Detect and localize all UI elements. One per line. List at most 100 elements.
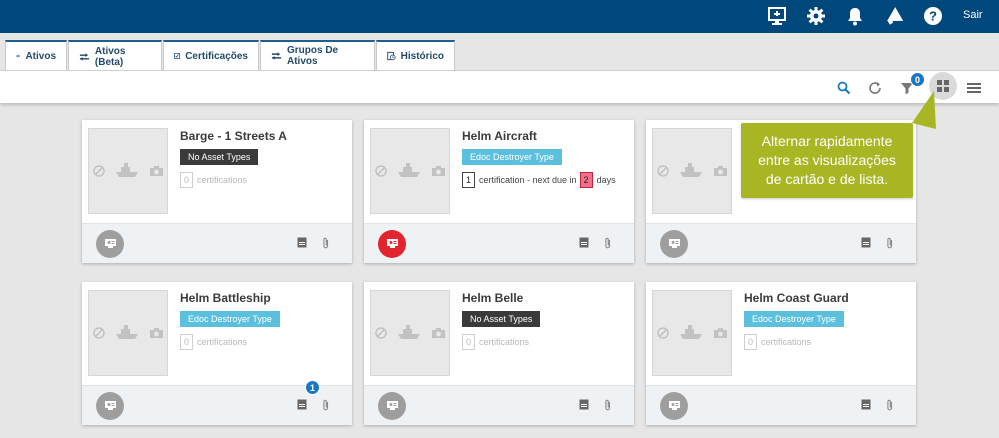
id-card-icon xyxy=(386,401,398,410)
document-icon[interactable] xyxy=(297,399,307,410)
asset-card[interactable]: Helm Belle No Asset Types 0 certificatio… xyxy=(364,282,634,425)
asset-card[interactable]: Helm Coast Guard Edoc Destroyer Type 0 c… xyxy=(646,282,916,425)
no-image-icon xyxy=(657,327,669,339)
tab-label: Ativos xyxy=(25,50,56,62)
tab-historico[interactable]: Histórico xyxy=(376,40,455,70)
asset-card[interactable]: Helm Battleship Edoc Destroyer Type 0 ce… xyxy=(82,282,352,425)
card-footer xyxy=(646,385,916,425)
bell-icon[interactable] xyxy=(844,5,866,27)
ship-icon xyxy=(679,324,703,340)
top-bar: ? Sair xyxy=(0,0,999,33)
asset-groups-icon xyxy=(271,52,282,60)
callout-line: entre as visualizações xyxy=(758,152,896,168)
tab-strip: Ativos Ativos (Beta) Certificações Grupo… xyxy=(0,33,999,71)
asset-image-placeholder xyxy=(652,128,732,214)
document-icon[interactable] xyxy=(297,237,307,248)
camera-icon xyxy=(149,165,164,177)
id-card-icon xyxy=(104,401,116,410)
due-unit: days xyxy=(596,175,616,185)
certifications-summary: 0 certifications xyxy=(180,172,247,188)
tab-certificacoes[interactable]: Certificações xyxy=(163,40,259,70)
cert-text: certifications xyxy=(479,337,530,347)
certifications-summary: 0 certifications xyxy=(180,334,247,350)
asset-status-button[interactable] xyxy=(378,230,406,258)
help-icon[interactable]: ? xyxy=(922,5,944,27)
list-view-icon[interactable] xyxy=(963,77,985,99)
camera-icon xyxy=(713,165,728,177)
tab-label: Certificações xyxy=(185,50,248,62)
asset-type-tag: Edoc Destroyer Type xyxy=(180,311,280,327)
attachment-icon[interactable] xyxy=(886,399,894,411)
document-icon[interactable] xyxy=(579,399,589,410)
ativos-icon xyxy=(79,52,89,61)
cert-count: 0 xyxy=(180,172,193,188)
callout-line: Alternar rapidamente xyxy=(761,133,893,149)
tab-ativos-beta[interactable]: Ativos (Beta) xyxy=(68,40,162,71)
cert-text: certifications xyxy=(761,337,812,347)
gear-icon[interactable] xyxy=(805,5,827,27)
camera-icon xyxy=(431,165,446,177)
no-image-icon xyxy=(93,165,105,177)
asset-name[interactable]: Helm Belle xyxy=(462,291,523,305)
asset-status-button[interactable] xyxy=(96,230,124,258)
tutorial-callout: Alternar rapidamente entre as visualizaç… xyxy=(741,123,913,198)
refresh-icon[interactable] xyxy=(864,77,886,99)
asset-card[interactable]: Helm Aircraft Edoc Destroyer Type 1 cert… xyxy=(364,120,634,263)
tab-ativos[interactable]: Ativos xyxy=(5,40,67,70)
attachment-icon[interactable] xyxy=(886,237,894,249)
asset-type-tag: No Asset Types xyxy=(462,311,541,327)
cert-text: certifications xyxy=(197,175,248,185)
asset-card[interactable]: Barge - 1 Streets A No Asset Types 0 cer… xyxy=(82,120,352,263)
asset-image-placeholder xyxy=(370,290,450,376)
attachment-icon[interactable] xyxy=(604,237,612,249)
ship-icon xyxy=(679,162,703,178)
document-count-badge: 1 xyxy=(305,380,320,395)
attachment-icon[interactable] xyxy=(322,399,330,411)
asset-image-placeholder xyxy=(88,128,168,214)
cert-count: 0 xyxy=(744,334,757,350)
camera-icon xyxy=(149,327,164,339)
history-icon xyxy=(387,51,396,61)
card-footer xyxy=(364,385,634,425)
attachment-icon[interactable] xyxy=(604,399,612,411)
search-icon[interactable] xyxy=(833,77,855,99)
grid-view-icon xyxy=(937,80,949,92)
megaphone-icon[interactable] xyxy=(883,5,905,27)
filter-count-badge: 0 xyxy=(910,72,925,87)
id-card-icon xyxy=(668,239,680,248)
asset-image-placeholder xyxy=(370,128,450,214)
attachment-icon[interactable] xyxy=(322,237,330,249)
camera-icon xyxy=(713,327,728,339)
document-icon[interactable] xyxy=(861,237,871,248)
card-footer: 1 xyxy=(82,380,352,425)
logout-link[interactable]: Sair xyxy=(963,9,983,21)
callout-arrow xyxy=(912,91,936,129)
ship-icon xyxy=(397,324,421,340)
tab-label: Histórico xyxy=(400,50,444,62)
callout-line: de cartão e de lista. xyxy=(765,171,889,187)
asset-name[interactable]: Helm Coast Guard xyxy=(744,291,849,305)
asset-status-button[interactable] xyxy=(378,392,406,420)
asset-image-placeholder xyxy=(652,290,732,376)
no-image-icon xyxy=(657,165,669,177)
no-image-icon xyxy=(375,327,387,339)
asset-name[interactable]: Helm Battleship xyxy=(180,291,271,305)
asset-status-button[interactable] xyxy=(96,392,124,420)
ship-icon xyxy=(397,162,421,178)
asset-name[interactable]: Helm Aircraft xyxy=(462,129,537,143)
asset-status-button[interactable] xyxy=(660,392,688,420)
tab-grupos-de-ativos[interactable]: Grupos De Ativos xyxy=(260,40,375,70)
monitor-icon[interactable] xyxy=(766,5,788,27)
certifications-summary: 0 certifications xyxy=(744,334,811,350)
asset-name[interactable]: Barge - 1 Streets A xyxy=(180,129,287,143)
document-icon[interactable] xyxy=(579,237,589,248)
ship-icon xyxy=(115,162,139,178)
id-card-icon xyxy=(104,239,116,248)
asset-status-button[interactable] xyxy=(660,230,688,258)
cert-count: 1 xyxy=(462,172,475,188)
no-image-icon xyxy=(93,327,105,339)
no-image-icon xyxy=(375,165,387,177)
document-icon[interactable] xyxy=(861,399,871,410)
tab-label: Ativos (Beta) xyxy=(94,45,126,68)
camera-icon xyxy=(431,327,446,339)
